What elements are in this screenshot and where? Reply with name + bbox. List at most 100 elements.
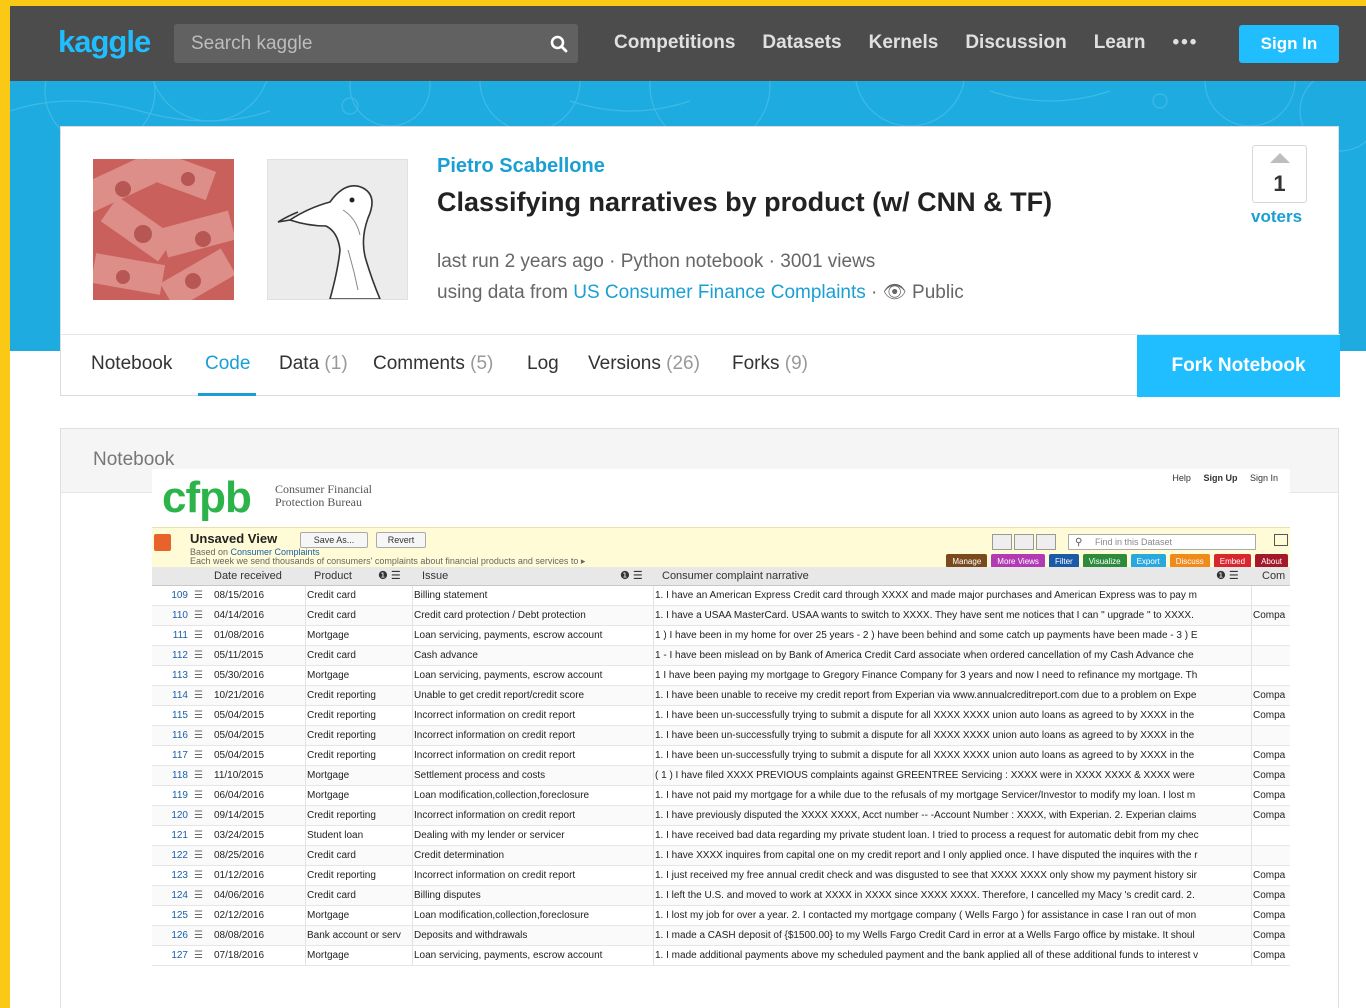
row-menu-icon[interactable]: ☰ xyxy=(194,790,206,801)
table-row[interactable]: 126 08/08/2016 Bank account or serv Deposit… xyxy=(152,926,1290,946)
table-row[interactable]: 116 05/04/2015 Credit reporting Incorrect i… xyxy=(152,726,1290,746)
action-embed[interactable]: Embed xyxy=(1213,554,1252,568)
grid-view-icon[interactable] xyxy=(992,534,1012,550)
row-menu-icon[interactable]: ☰ xyxy=(194,630,206,641)
tab-forks[interactable]: Forks (9) xyxy=(732,353,808,375)
row-menu-icon[interactable]: ☰ xyxy=(194,950,206,961)
page-view-icon[interactable] xyxy=(1036,534,1056,550)
table-row[interactable]: 121 03/24/2015 Student loan Dealing with my… xyxy=(152,826,1290,846)
kaggle-logo[interactable]: kaggle xyxy=(58,24,151,60)
row-menu-icon[interactable]: ☰ xyxy=(194,730,206,741)
table-row[interactable]: 118 11/10/2015 Mortgage Settlement process … xyxy=(152,766,1290,786)
col-company[interactable]: Com xyxy=(1262,570,1285,582)
table-row[interactable]: 120 09/14/2015 Credit reporting Incorrect i… xyxy=(152,806,1290,826)
action-visualize[interactable]: Visualize xyxy=(1082,554,1127,568)
table-row[interactable]: 125 02/12/2016 Mortgage Loan modification,c… xyxy=(152,906,1290,926)
cfpb-help-link[interactable]: Help xyxy=(1172,473,1191,483)
action-filter[interactable]: Filter xyxy=(1048,554,1079,568)
dataset-link[interactable]: US Consumer Finance Complaints xyxy=(573,282,866,303)
col-product[interactable]: Product xyxy=(314,570,352,582)
col-narrative[interactable]: Consumer complaint narrative xyxy=(662,570,809,582)
tab-code[interactable]: Code xyxy=(205,353,250,375)
nav-kernels[interactable]: Kernels xyxy=(869,32,939,54)
notebook-section: Notebook cfpb Consumer Financial Protect… xyxy=(60,428,1339,1008)
nav-datasets[interactable]: Datasets xyxy=(762,32,841,54)
column-divider xyxy=(1251,706,1252,725)
table-row[interactable]: 124 04/06/2016 Credit card Billing disputes… xyxy=(152,886,1290,906)
nav-discussion[interactable]: Discussion xyxy=(965,32,1066,54)
row-menu-icon[interactable]: ☰ xyxy=(194,770,206,781)
tab-data[interactable]: Data (1) xyxy=(279,353,348,375)
cell-narrative: ( 1 ) I have filed XXXX PREVIOUS complai… xyxy=(655,770,1195,781)
table-row[interactable]: 109 08/15/2016 Credit card Billing statemen… xyxy=(152,586,1290,606)
action-discuss[interactable]: Discuss xyxy=(1169,554,1210,568)
nav-competitions[interactable]: Competitions xyxy=(614,32,735,54)
cfpb-signup-link[interactable]: Sign Up xyxy=(1203,473,1237,483)
find-in-dataset-input[interactable]: ⚲ Find in this Dataset xyxy=(1068,534,1256,550)
table-row[interactable]: 110 04/14/2016 Credit card Credit card prot… xyxy=(152,606,1290,626)
fork-notebook-button[interactable]: Fork Notebook xyxy=(1137,335,1340,397)
list-view-icon[interactable] xyxy=(1014,534,1034,550)
row-menu-icon[interactable]: ☰ xyxy=(194,710,206,721)
column-divider xyxy=(653,886,654,905)
cell-date: 11/10/2015 xyxy=(214,770,264,781)
sign-in-button[interactable]: Sign In xyxy=(1239,25,1339,63)
table-row[interactable]: 112 05/11/2015 Credit card Cash advance 1 - … xyxy=(152,646,1290,666)
column-divider xyxy=(412,946,413,965)
table-row[interactable]: 123 01/12/2016 Credit reporting Incorrect i… xyxy=(152,866,1290,886)
action-manage[interactable]: Manage xyxy=(946,554,988,568)
tab-comments[interactable]: Comments (5) xyxy=(373,353,493,375)
tab-versions[interactable]: Versions (26) xyxy=(588,353,700,375)
row-number: 119 xyxy=(172,790,188,801)
table-row[interactable]: 113 05/30/2016 Mortgage Loan servicing, pay… xyxy=(152,666,1290,686)
row-menu-icon[interactable]: ☰ xyxy=(194,890,206,901)
col-date-received[interactable]: Date received xyxy=(214,570,282,582)
action-export[interactable]: Export xyxy=(1130,554,1166,568)
row-menu-icon[interactable]: ☰ xyxy=(194,650,206,661)
nav-learn[interactable]: Learn xyxy=(1094,32,1146,54)
row-menu-icon[interactable]: ☰ xyxy=(194,750,206,761)
column-divider xyxy=(305,906,306,925)
author-avatar[interactable] xyxy=(267,159,408,300)
save-as-button[interactable]: Save As... xyxy=(300,532,368,548)
row-menu-icon[interactable]: ☰ xyxy=(194,830,206,841)
table-row[interactable]: 127 07/18/2016 Mortgage Loan servicing, pay… xyxy=(152,946,1290,966)
tab-label: Comments xyxy=(373,353,465,374)
row-menu-icon[interactable]: ☰ xyxy=(194,910,206,921)
cell-product: Credit card xyxy=(307,610,356,621)
table-row[interactable]: 119 06/04/2016 Mortgage Loan modification,c… xyxy=(152,786,1290,806)
row-menu-icon[interactable]: ☰ xyxy=(194,610,206,621)
table-row[interactable]: 114 10/21/2016 Credit reporting Unable to g… xyxy=(152,686,1290,706)
tab-notebook[interactable]: Notebook xyxy=(91,353,172,375)
table-row[interactable]: 122 08/25/2016 Credit card Credit determina… xyxy=(152,846,1290,866)
tab-count: (26) xyxy=(666,353,700,374)
table-row[interactable]: 115 05/04/2015 Credit reporting Incorrect i… xyxy=(152,706,1290,726)
expand-icon[interactable] xyxy=(1274,534,1288,546)
action-about[interactable]: About xyxy=(1255,554,1288,568)
revert-button[interactable]: Revert xyxy=(376,532,426,548)
tab-log[interactable]: Log xyxy=(527,353,559,375)
search-input[interactable] xyxy=(174,24,540,63)
row-menu-icon[interactable]: ☰ xyxy=(194,870,206,881)
table-row[interactable]: 117 05/04/2015 Credit reporting Incorrect i… xyxy=(152,746,1290,766)
cell-narrative: 1. I have been unable to receive my cred… xyxy=(655,690,1197,701)
upvote-button[interactable]: 1 xyxy=(1252,145,1307,203)
row-menu-icon[interactable]: ☰ xyxy=(194,810,206,821)
row-menu-icon[interactable]: ☰ xyxy=(194,690,206,701)
col-issue[interactable]: Issue xyxy=(422,570,448,582)
search-button[interactable] xyxy=(540,24,578,63)
table-row[interactable]: 111 01/08/2016 Mortgage Loan servicing, pay… xyxy=(152,626,1290,646)
row-menu-icon[interactable]: ☰ xyxy=(194,930,206,941)
kernel-author-link[interactable]: Pietro Scabellone xyxy=(437,155,605,178)
column-divider xyxy=(653,726,654,745)
row-menu-icon[interactable]: ☰ xyxy=(194,670,206,681)
cfpb-signin-link[interactable]: Sign In xyxy=(1250,473,1278,483)
col-product-menu-icon[interactable]: ❶ ☰ xyxy=(378,569,401,582)
voters-link[interactable]: voters xyxy=(1251,207,1302,227)
action-more-views[interactable]: More Views xyxy=(991,554,1045,568)
more-menu-icon[interactable]: ••• xyxy=(1172,32,1198,54)
col-issue-menu-icon[interactable]: ❶ ☰ xyxy=(620,569,643,582)
row-menu-icon[interactable]: ☰ xyxy=(194,850,206,861)
row-menu-icon[interactable]: ☰ xyxy=(194,590,206,601)
col-narrative-menu-icon[interactable]: ❶ ☰ xyxy=(1216,569,1239,582)
